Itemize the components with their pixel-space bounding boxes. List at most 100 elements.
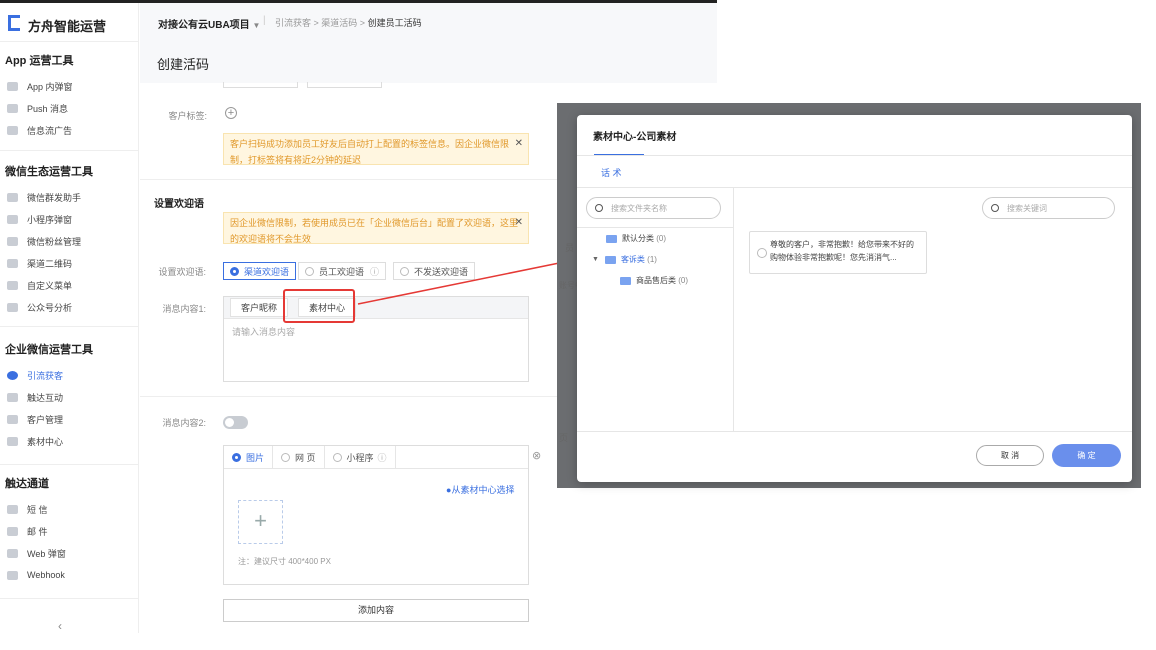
collapse-sidebar-icon[interactable]: ‹ [58, 619, 62, 633]
sidebar-item-push[interactable]: Push 消息 [7, 99, 135, 117]
sidebar-item-label: App 内弹窗 [27, 81, 73, 92]
document-icon [7, 302, 18, 312]
cancel-button[interactable]: 取 消 [976, 445, 1044, 466]
caret-down-icon[interactable]: ▼ [592, 256, 599, 263]
radio-dot-icon [281, 452, 291, 462]
sidebar-item-customers[interactable]: 客户管理 [7, 410, 135, 428]
divider [0, 150, 139, 151]
sidebar-item-label: Webhook [27, 570, 65, 580]
remove-icon[interactable]: ⊗ [532, 449, 541, 462]
sidebar-item-group-send[interactable]: 微信群发助手 [7, 188, 135, 206]
from-material-link[interactable]: ●从素材中心选择 [446, 483, 514, 496]
app-logo-icon [8, 15, 20, 31]
script-card[interactable]: 尊敬的客户，非常抱歉！给您带来不好的购物体验非常抱歉呢！您先消消气... [749, 231, 927, 274]
gear-icon [7, 414, 18, 424]
tab-webpage[interactable]: 网 页 [273, 446, 325, 468]
sidebar-item-lead-gen[interactable]: 引流获客 [7, 366, 135, 384]
link-label: 从素材中心选择 [451, 485, 515, 495]
tree-item-complaints[interactable]: ▼ 客诉类 (1) [592, 254, 657, 265]
msg1-textarea[interactable]: 请输入消息内容 [224, 319, 528, 344]
annotation-arrow [357, 256, 577, 305]
radio-channel-welcome[interactable]: 渠道欢迎语 [223, 262, 297, 280]
insert-nickname-button[interactable]: 客户昵称 [230, 298, 289, 317]
sidebar-item-label: Web 弹窗 [27, 548, 66, 559]
sidebar-item-custom-menu[interactable]: 自定义菜单 [7, 276, 135, 294]
close-icon[interactable]: ✕ [515, 215, 523, 231]
tab-miniprogram[interactable]: 小程序 ⓘ [325, 446, 396, 468]
breadcrumb-item[interactable]: 渠道活码 [321, 18, 357, 28]
tab-scripts[interactable]: 话 术 [601, 166, 622, 179]
sidebar-item-fans[interactable]: 微信粉丝管理 [7, 232, 135, 250]
input-stub [223, 82, 298, 88]
sidebar-item-feed-ads[interactable]: 信息流广告 [7, 121, 135, 139]
sidebar-item-webhook[interactable]: Webhook [7, 566, 135, 584]
sidebar-item-oa-analysis[interactable]: 公众号分析 [7, 298, 135, 316]
sidebar-item-interaction[interactable]: 触达互动 [7, 388, 135, 406]
section-title-channels: 触达通道 [5, 478, 49, 490]
notice-text: 客户扫码成功添加员工好友后自动打上配置的标签信息。因企业微信限制，打标签将有将近… [230, 139, 510, 165]
qrcode-icon [7, 258, 18, 268]
magnet-icon [7, 370, 18, 380]
confirm-button[interactable]: 确 定 [1052, 444, 1121, 467]
feed-icon [7, 125, 18, 135]
sidebar-item-email[interactable]: 邮 件 [7, 522, 135, 540]
sidebar-item-materials[interactable]: 素材中心 [7, 432, 135, 450]
script-text: 尊敬的客户，非常抱歉！给您带来不好的购物体验非常抱歉呢！您先消消气... [770, 240, 914, 262]
msg2-toggle[interactable] [223, 416, 248, 429]
close-icon[interactable]: ✕ [515, 136, 523, 152]
radio-dot-icon [305, 266, 314, 276]
users-icon [7, 236, 18, 246]
tab-image[interactable]: 图片 [224, 446, 274, 468]
breadcrumb: 引流获客 > 渠道活码 > 创建员工活码 [275, 18, 422, 28]
tab-label: 小程序 [346, 452, 374, 463]
sidebar-item-miniapp-popup[interactable]: 小程序弹窗 [7, 210, 135, 228]
size-note: 注：建议尺寸 400*400 PX [238, 557, 331, 566]
sidebar-item-web-popup[interactable]: Web 弹窗 [7, 544, 135, 562]
keyword-search-input[interactable]: 搜索关键词 [982, 197, 1115, 219]
project-selector[interactable]: 对接公有云UBA项目 ▼ [158, 16, 260, 31]
sidebar-item-label: 邮 件 [27, 526, 48, 537]
radio-dot-icon [332, 452, 342, 462]
section-title-app: App 运营工具 [5, 55, 74, 67]
msg1-label: 消息内容1: [162, 304, 206, 314]
menu-icon [7, 280, 18, 290]
welcome-section-title: 设置欢迎语 [154, 199, 204, 210]
folder-count: (1) [647, 255, 657, 264]
sidebar-item-label: 微信群发助手 [27, 192, 82, 203]
tab-label: 网 页 [295, 452, 316, 463]
placeholder: 搜索关键词 [1007, 203, 1047, 213]
notice-text: 因企业微信限制，若使用成员已在「企业微信后台」配置了欢迎语，这里的欢迎语将不会生… [230, 218, 519, 244]
search-icon [595, 204, 603, 212]
folder-search-input[interactable]: 搜索文件夹名称 [586, 197, 721, 219]
divider [140, 179, 557, 180]
interaction-icon [7, 392, 18, 402]
sms-icon [7, 504, 18, 514]
sidebar-item-label: Push 消息 [27, 103, 69, 114]
tree-item-default[interactable]: 默认分类 (0) [606, 233, 666, 244]
help-icon[interactable]: ⓘ [378, 451, 387, 464]
sidebar-item-label: 引流获客 [27, 370, 64, 381]
image-upload-button[interactable]: + [238, 500, 283, 544]
divider: | [263, 15, 266, 26]
add-content-button[interactable]: 添加内容 [223, 599, 529, 622]
sidebar-item-label: 公众号分析 [27, 302, 73, 313]
folder-name: 商品售后类 [636, 276, 676, 285]
divider [0, 464, 139, 465]
breadcrumb-item[interactable]: 引流获客 [275, 18, 311, 28]
sidebar-item-sms[interactable]: 短 信 [7, 500, 135, 518]
sidebar-item-qrcode[interactable]: 渠道二维码 [7, 254, 135, 272]
divider [140, 396, 557, 397]
divider [577, 155, 1132, 156]
page-title: 创建活码 [157, 57, 210, 72]
material-center-dialog: 素材中心-公司素材 话 术 搜索文件夹名称 搜索关键词 默认分类 (0) ▼ 客诉… [577, 115, 1132, 482]
divider [733, 187, 734, 431]
webhook-icon [7, 570, 18, 580]
sidebar-item-app-popup[interactable]: App 内弹窗 [7, 77, 135, 95]
add-tag-icon[interactable]: + [225, 107, 237, 119]
background-peek-text: 员 [565, 243, 575, 253]
sidebar-item-label: 渠道二维码 [27, 258, 73, 269]
folder-open-icon [604, 255, 616, 264]
divider [0, 326, 139, 327]
tree-item-after-sales[interactable]: 商品售后类 (0) [620, 275, 688, 286]
section-title-wechat: 微信生态运营工具 [5, 166, 93, 178]
